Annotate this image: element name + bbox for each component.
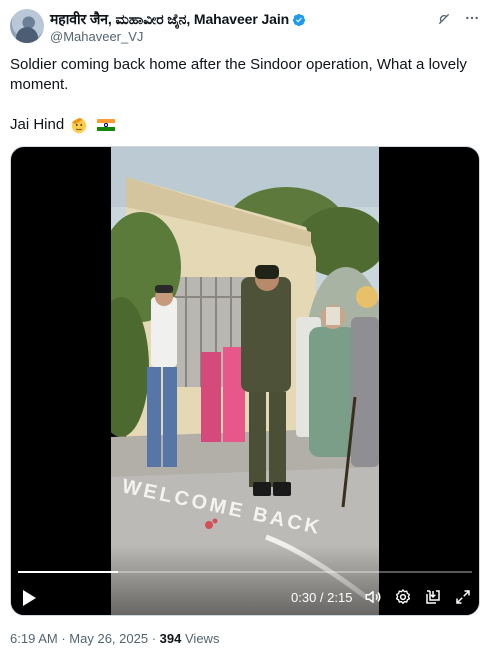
meta-separator: · <box>61 631 66 646</box>
meta-separator-2: · <box>151 631 157 646</box>
tweet-meta: 6:19 AM · May 26, 2025 · 394 Views <box>10 631 219 646</box>
tweet-date[interactable]: May 26, 2025 <box>69 631 148 646</box>
tweet-text: Soldier coming back home after the Sindo… <box>10 55 480 135</box>
author-handle[interactable]: @Mahaveer_VJ <box>50 29 143 44</box>
views-count: 394 <box>159 631 182 646</box>
saluting-face-emoji-icon <box>72 117 87 134</box>
author-name-row[interactable]: महावीर जैन, ಮಹಾವೀರ ಜೈನ, Mahaveer Jain <box>50 10 306 29</box>
verified-badge-icon <box>292 13 306 26</box>
views-label: Views <box>185 631 220 646</box>
fullscreen-icon[interactable] <box>454 588 472 606</box>
video-progress-bar[interactable] <box>18 571 472 573</box>
video-player[interactable]: WELCOME BACK 0:30 / 2:15 <box>10 146 480 616</box>
more-icon[interactable] <box>464 10 480 26</box>
volume-icon[interactable] <box>364 588 382 606</box>
grok-icon[interactable] <box>436 11 452 27</box>
settings-icon[interactable] <box>394 588 412 606</box>
tweet-header: महावीर जैन, ಮಹಾವೀರ ಜೈನ, Mahaveer Jain @M… <box>10 9 482 45</box>
avatar[interactable] <box>10 9 44 43</box>
author-display-name[interactable]: महावीर जैन, ಮಹಾವೀರ ಜೈನ, Mahaveer Jain <box>50 10 289 29</box>
tweet-text-line1: Soldier coming back home after the Sindo… <box>10 56 467 93</box>
video-progress-fill <box>18 571 118 573</box>
tweet-text-line2-row: Jai Hind <box>10 115 480 135</box>
video-time: 0:30 / 2:15 <box>291 590 353 605</box>
popout-icon[interactable] <box>424 588 442 606</box>
tweet-text-line2: Jai Hind <box>10 116 65 133</box>
tweet-time[interactable]: 6:19 AM <box>10 631 58 646</box>
play-icon[interactable] <box>21 589 37 607</box>
india-flag-emoji-icon <box>97 118 116 132</box>
